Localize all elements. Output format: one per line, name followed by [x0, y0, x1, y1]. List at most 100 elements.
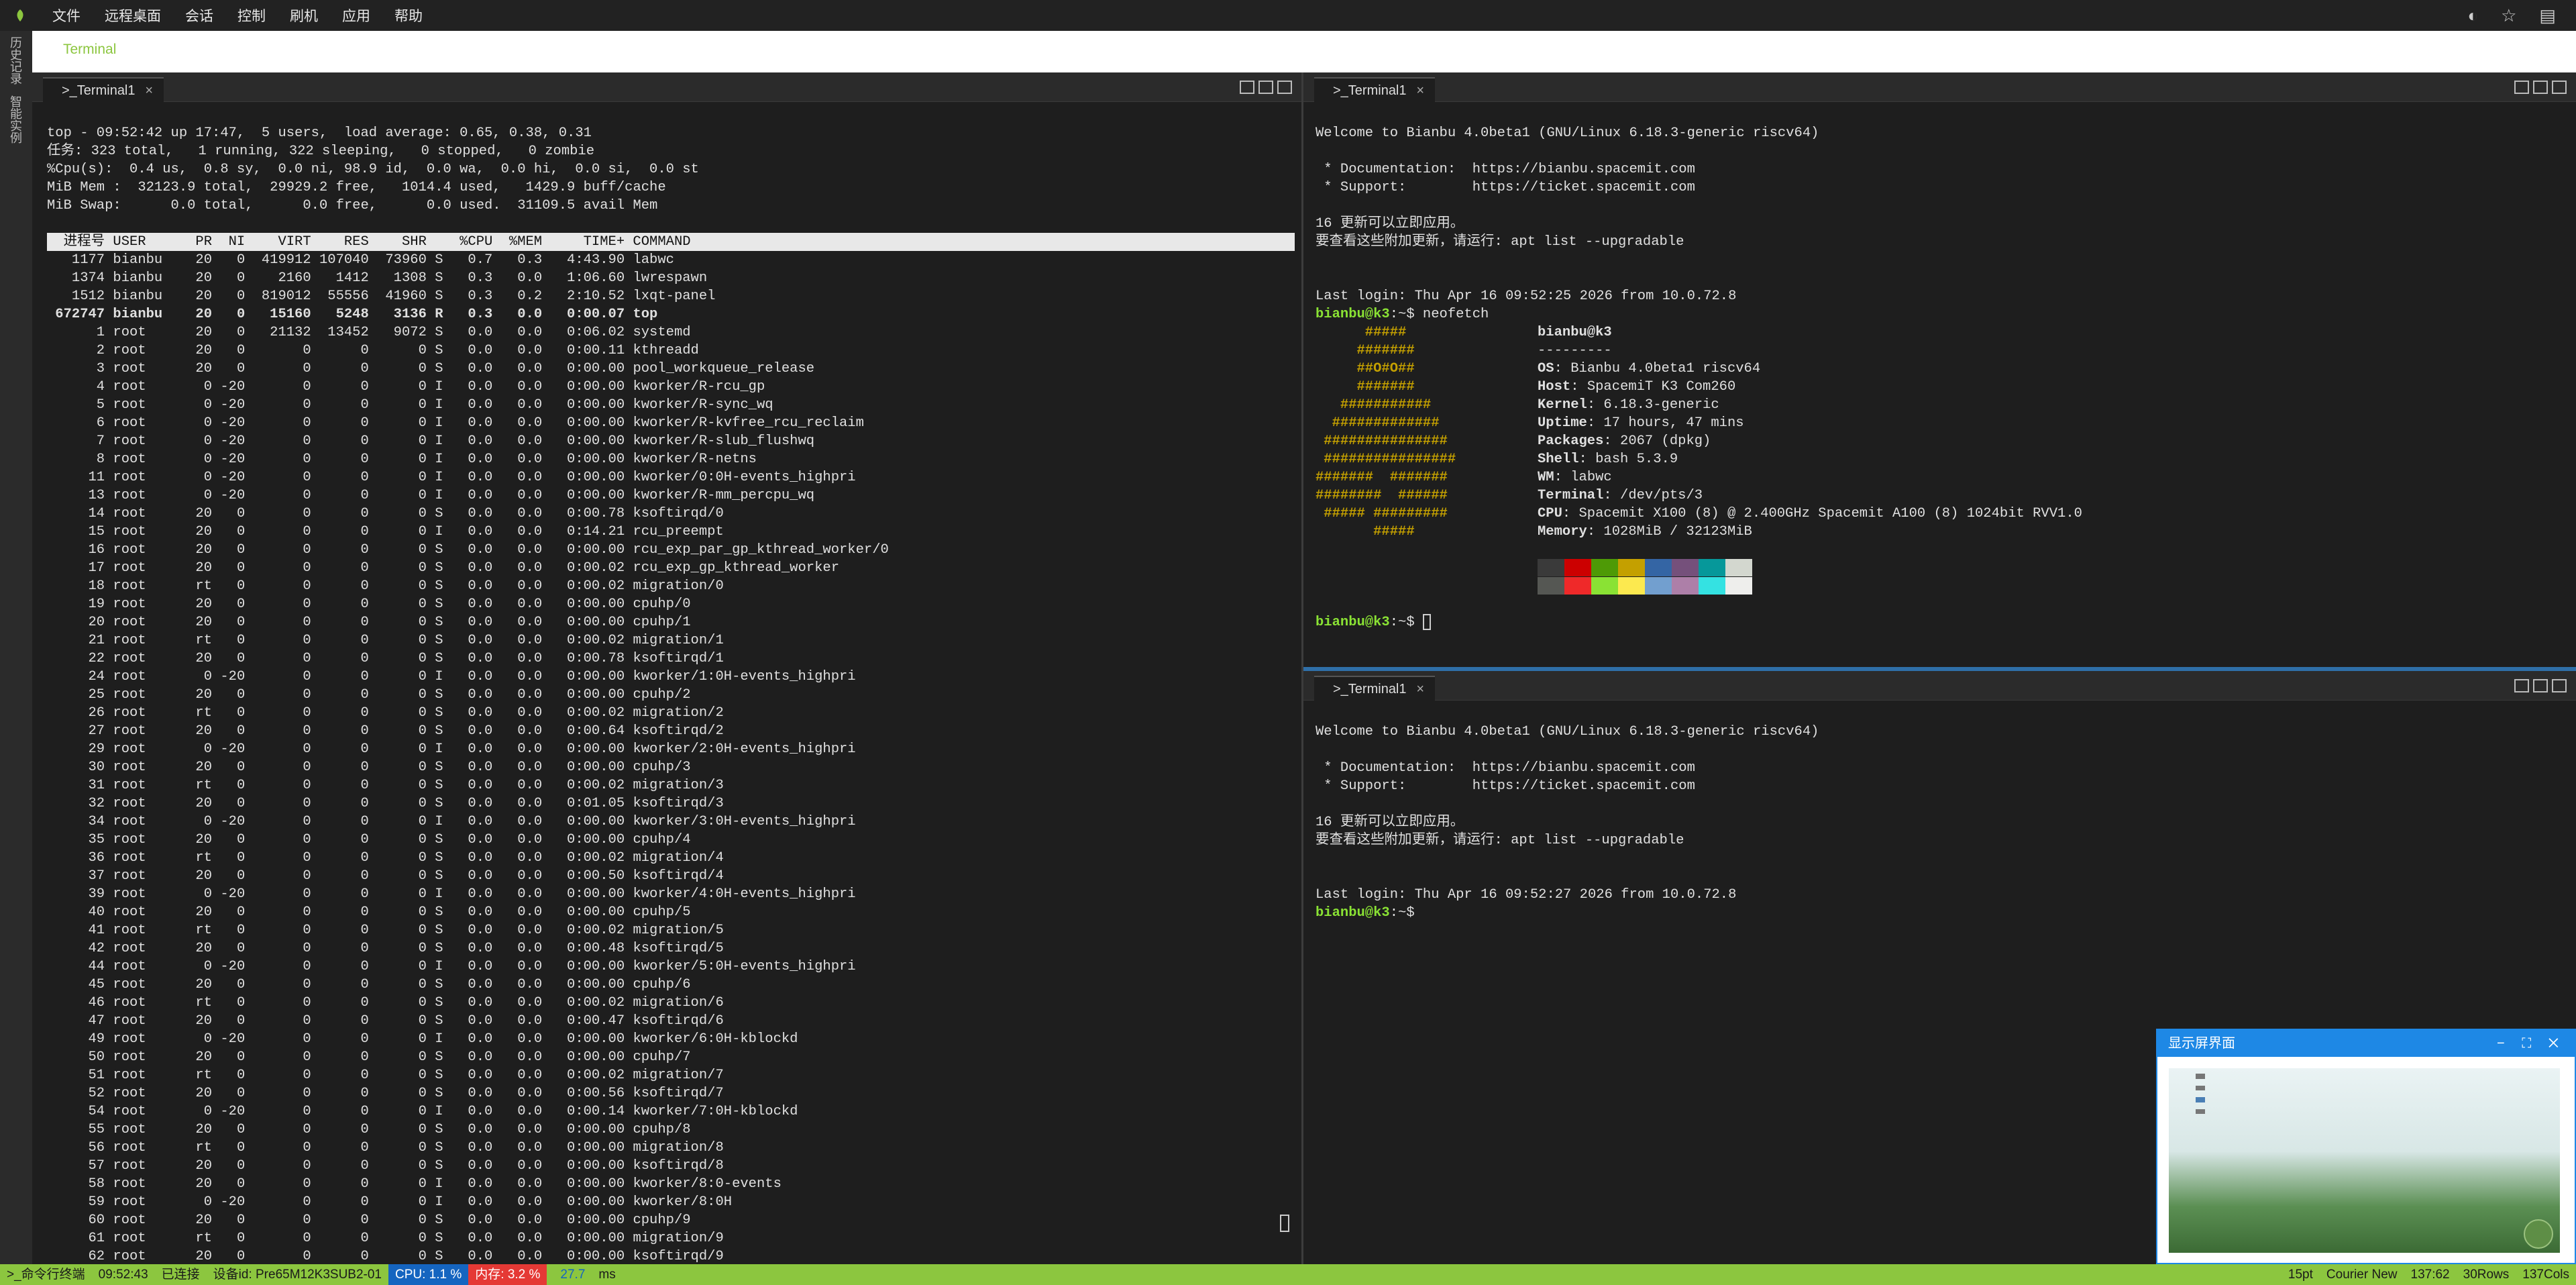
neofetch-key: Memory	[1538, 524, 1587, 539]
split-vertical-icon[interactable]	[1258, 81, 1273, 94]
process-row: 50 root 20 0 0 0 0 S 0.0 0.0 0:00.00 cpu…	[47, 1049, 691, 1065]
screen-preview-window[interactable]: 显示屏界面 − ⛶ ✕	[2156, 1029, 2576, 1264]
star-icon[interactable]: ☆	[2501, 5, 2516, 26]
update-line: 16 更新可以立即应用。	[1316, 815, 1464, 830]
close-icon[interactable]: ×	[1416, 677, 1424, 702]
menu-session[interactable]: 会话	[173, 5, 225, 25]
neofetch-key: Packages	[1538, 433, 1604, 449]
neofetch-value: : 17 hours, 47 mins	[1587, 415, 1744, 431]
neofetch-value: : Spacemit X100 (8) @ 2.400GHz Spacemit …	[1562, 506, 2082, 521]
ascii-logo-row: ################	[1316, 452, 1456, 467]
menu-help[interactable]: 帮助	[382, 5, 435, 25]
neofetch-line: ############### Packages: 2067 (dpkg)	[1316, 432, 2569, 450]
process-row: 2 root 20 0 0 0 0 S 0.0 0.0 0:00.11 kthr…	[47, 343, 699, 358]
process-row: 672747 bianbu 20 0 15160 5248 3136 R 0.3…	[47, 307, 658, 322]
process-row: 57 root 20 0 0 0 0 S 0.0 0.0 0:00.00 kso…	[47, 1158, 724, 1174]
history-tab[interactable]: 历史记录	[0, 31, 31, 90]
palette-icon[interactable]: ◐	[2467, 5, 2478, 26]
cursor-position: 137:62	[2410, 1268, 2450, 1282]
terminal-tab[interactable]: >_Terminal1 ×	[43, 77, 164, 102]
add-pane-icon[interactable]	[2514, 81, 2529, 94]
neofetch-line: ##### bianbu@k3	[1316, 323, 2569, 342]
process-row: 46 root rt 0 0 0 0 S 0.0 0.0 0:00.02 mig…	[47, 995, 724, 1011]
neofetch-line: ####### ---------	[1316, 342, 2569, 360]
process-row: 5 root 0 -20 0 0 0 I 0.0 0.0 0:00.00 kwo…	[47, 397, 773, 413]
process-row: 6 root 0 -20 0 0 0 I 0.0 0.0 0:00.00 kwo…	[47, 415, 864, 431]
doc-line: * Documentation: https://bianbu.spacemit…	[1316, 162, 1695, 177]
palette-swatch	[1672, 559, 1699, 576]
process-row: 55 root 20 0 0 0 0 S 0.0 0.0 0:00.00 cpu…	[47, 1122, 691, 1137]
add-pane-icon[interactable]	[1240, 81, 1254, 94]
split-horizontal-icon[interactable]	[2552, 679, 2567, 692]
welcome-line: Welcome to Bianbu 4.0beta1 (GNU/Linux 6.…	[1316, 125, 1819, 141]
memory-badge: 内存: 3.2 %	[468, 1264, 547, 1285]
terminal-tab[interactable]: >_Terminal1 ×	[1314, 676, 1435, 701]
process-row: 56 root rt 0 0 0 0 S 0.0 0.0 0:00.00 mig…	[47, 1140, 724, 1155]
split-horizontal-icon[interactable]	[2552, 81, 2567, 94]
terminal-pane-left[interactable]: >_Terminal1 × top - 09:52:42 up 17:47, 5 …	[32, 72, 1301, 1264]
close-icon[interactable]: ×	[1416, 79, 1424, 103]
terminal-pane-right-top[interactable]: >_Terminal1 × Welcome to Bianbu 4.0beta1 …	[1303, 72, 2576, 667]
menu-apps[interactable]: 应用	[330, 5, 382, 25]
top-line: %Cpu(s): 0.4 us, 0.8 sy, 0.0 ni, 98.9 id…	[47, 162, 699, 177]
menu-remote-desktop[interactable]: 远程桌面	[93, 5, 173, 25]
process-row: 21 root rt 0 0 0 0 S 0.0 0.0 0:00.02 mig…	[47, 633, 724, 648]
latency: 27.7 ms	[547, 1264, 629, 1285]
process-row: 47 root 20 0 0 0 0 S 0.0 0.0 0:00.47 kso…	[47, 1013, 724, 1029]
terminal-tab[interactable]: >_Terminal1 ×	[1314, 77, 1435, 102]
ascii-logo-row: #############	[1316, 415, 1440, 431]
ascii-logo-row: ###############	[1316, 433, 1448, 449]
ascii-logo-row: ######## ######	[1316, 488, 1448, 503]
preview-titlebar[interactable]: 显示屏界面 − ⛶ ✕	[2157, 1030, 2575, 1057]
prompt-user: bianbu@k3	[1316, 905, 1390, 921]
preview-window-controls[interactable]: − ⛶ ✕	[2497, 1030, 2565, 1057]
menu-flash[interactable]: 刷机	[278, 5, 330, 25]
command-terminal-label[interactable]: >_命令行终端	[0, 1264, 92, 1285]
ascii-logo-row: #######	[1316, 343, 1415, 358]
cursor-block	[1280, 1215, 1289, 1232]
tab-terminal[interactable]: Terminal	[63, 42, 116, 58]
neofetch-key: Terminal	[1538, 488, 1604, 503]
process-row: 19 root 20 0 0 0 0 S 0.0 0.0 0:00.00 cpu…	[47, 597, 691, 612]
cpu-badge: CPU: 1.1 %	[388, 1264, 469, 1285]
palette-swatch	[1725, 559, 1752, 576]
close-icon[interactable]: ×	[145, 79, 153, 103]
palette-swatch	[1538, 559, 1564, 576]
menubar: 文件 远程桌面 会话 控制 刷机 应用 帮助 ◐ ☆ ▤	[0, 0, 2576, 31]
font-name[interactable]: Courier New	[2320, 1264, 2404, 1285]
terminal-tab-label: >_Terminal1	[1333, 83, 1407, 98]
top-line: MiB Swap: 0.0 total, 0.0 free, 0.0 used.…	[47, 198, 658, 213]
app-tabstrip: Terminal	[32, 31, 2576, 72]
process-row: 18 root rt 0 0 0 0 S 0.0 0.0 0:00.02 mig…	[47, 578, 724, 594]
neofetch-value: : 2067 (dpkg)	[1603, 433, 1711, 449]
split-horizontal-icon[interactable]	[1277, 81, 1292, 94]
cursor-block	[1422, 613, 1431, 630]
note-icon[interactable]: ▤	[2539, 5, 2556, 26]
neofetch-key: Shell	[1538, 452, 1579, 467]
menu-control[interactable]: 控制	[225, 5, 278, 25]
font-size[interactable]: 15pt	[2282, 1264, 2320, 1285]
add-pane-icon[interactable]	[2514, 679, 2529, 692]
split-vertical-icon[interactable]	[2533, 679, 2548, 692]
cols-count: 137Cols	[2522, 1268, 2569, 1282]
chat-bubble-icon[interactable]	[2524, 1219, 2553, 1249]
update-hint-line: 要查看这些附加更新，请运行: apt list --upgradable	[1316, 234, 1684, 250]
support-line: * Support: https://ticket.spacemit.com	[1316, 180, 1695, 195]
pane-tabs: >_Terminal1 ×	[1303, 72, 2576, 102]
neofetch-value: : 1028MiB / 32123MiB	[1587, 524, 1752, 539]
smart-instance-tab[interactable]: 智能实例	[0, 90, 31, 149]
neofetch-value: : 6.18.3-generic	[1587, 397, 1719, 413]
process-row: 34 root 0 -20 0 0 0 I 0.0 0.0 0:00.00 kw…	[47, 814, 856, 829]
ascii-logo-row: #####	[1316, 325, 1407, 340]
neofetch-output: Welcome to Bianbu 4.0beta1 (GNU/Linux 6.…	[1316, 106, 2569, 667]
prompt-command: :~$	[1389, 615, 1423, 630]
menu-file[interactable]: 文件	[40, 5, 93, 25]
neofetch-user: bianbu@k3	[1538, 325, 1612, 340]
palette-swatch	[1645, 577, 1672, 595]
split-vertical-icon[interactable]	[2533, 81, 2548, 94]
top-line: MiB Mem : 32123.9 total, 29929.2 free, 1…	[47, 180, 666, 195]
process-row: 26 root rt 0 0 0 0 S 0.0 0.0 0:00.02 mig…	[47, 705, 724, 721]
neofetch-value: : Bianbu 4.0beta1 riscv64	[1554, 361, 1761, 376]
process-row: 8 root 0 -20 0 0 0 I 0.0 0.0 0:00.00 kwo…	[47, 452, 757, 467]
process-row: 60 root 20 0 0 0 0 S 0.0 0.0 0:00.00 cpu…	[47, 1213, 691, 1228]
